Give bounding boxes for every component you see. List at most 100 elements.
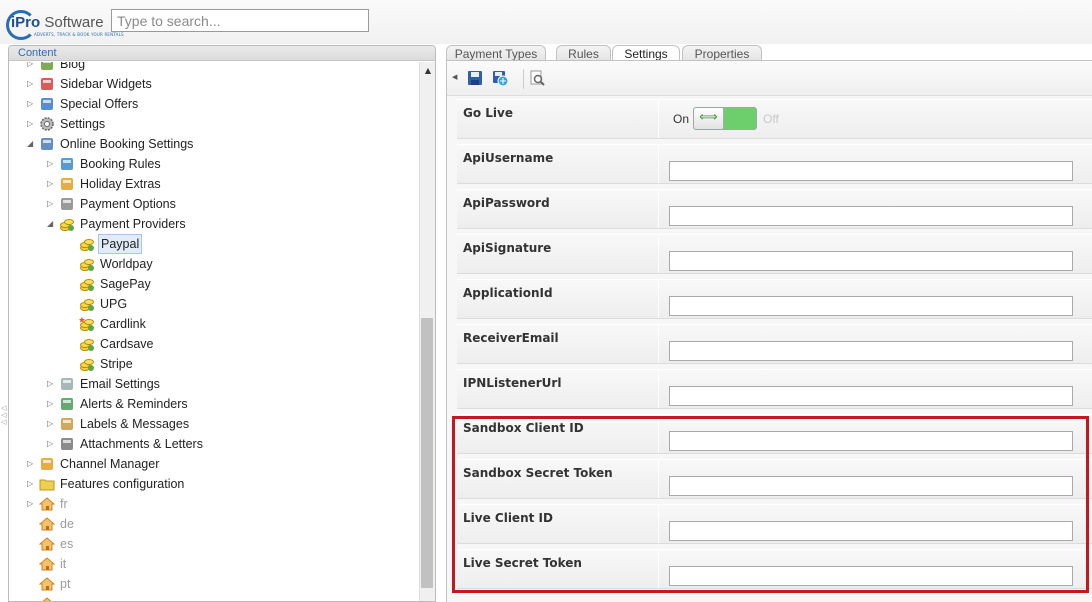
- expander-collapsed-icon[interactable]: ▷: [27, 454, 37, 474]
- tree-item-label: Attachments & Letters: [80, 437, 203, 451]
- preview-icon[interactable]: [529, 70, 545, 86]
- tree-item-label: Cardsave: [100, 337, 154, 351]
- tree-item[interactable]: ▷ Special Offers: [9, 94, 419, 114]
- tree-item-label: ru: [58, 594, 73, 601]
- tree-item-label: es: [60, 537, 74, 551]
- applicationid-input[interactable]: [669, 296, 1073, 316]
- apisignature-input[interactable]: [669, 251, 1073, 271]
- expander-collapsed-icon[interactable]: ▷: [27, 62, 37, 74]
- tree-item[interactable]: Cardsave: [9, 334, 419, 354]
- tree-item[interactable]: it: [9, 554, 419, 574]
- tree-item[interactable]: Paypal: [9, 234, 419, 254]
- tree-item[interactable]: Stripe: [9, 354, 419, 374]
- tree-item-label: Stripe: [100, 357, 133, 371]
- expander-collapsed-icon[interactable]: ▷: [47, 194, 57, 214]
- tree-item-label: Labels & Messages: [80, 417, 190, 431]
- tree-item[interactable]: ▷ Payment Options: [9, 194, 419, 214]
- ipnlistenerurl-input[interactable]: [669, 386, 1073, 406]
- expander-collapsed-icon[interactable]: ▷: [47, 174, 57, 194]
- expander-collapsed-icon[interactable]: ▷: [27, 74, 37, 94]
- tree-item[interactable]: de: [9, 514, 419, 534]
- expander-collapsed-icon[interactable]: ▷: [47, 434, 57, 454]
- row-divider: [658, 190, 659, 228]
- tree-item[interactable]: ▷ Labels & Messages: [9, 414, 419, 434]
- tab-payment-types[interactable]: Payment Types: [446, 45, 546, 61]
- search-input[interactable]: [111, 9, 369, 32]
- tree-item[interactable]: ▷ Features configuration: [9, 474, 419, 494]
- receiveremail-input[interactable]: [669, 341, 1073, 361]
- expander-collapsed-icon[interactable]: ▷: [47, 414, 57, 434]
- toggle-arrows-icon[interactable]: ⟺: [694, 108, 724, 129]
- apiusername-input[interactable]: [669, 161, 1073, 181]
- toggle-off-label: Off: [763, 112, 779, 126]
- expander-collapsed-icon[interactable]: ▷: [47, 394, 57, 414]
- tab-rules[interactable]: Rules: [556, 45, 611, 61]
- coins-icon: [80, 339, 94, 351]
- tab-properties[interactable]: Properties: [682, 45, 762, 61]
- tree-item[interactable]: ▷ Booking Rules: [9, 154, 419, 174]
- tree-item[interactable]: es: [9, 534, 419, 554]
- tree-item[interactable]: ru: [9, 594, 419, 601]
- tree-item[interactable]: Worldpay: [9, 254, 419, 274]
- scroll-up-arrow-icon[interactable]: ▲: [425, 66, 431, 75]
- logo-tagline: ADVERTS, TRACK & BOOK YOUR RENTALS: [34, 32, 124, 37]
- blog-icon: [41, 62, 53, 70]
- booking-settings-icon: [41, 138, 53, 150]
- coins-star-icon: [79, 317, 94, 331]
- row-divider: [658, 145, 659, 183]
- expander-collapsed-icon[interactable]: ▷: [27, 94, 37, 114]
- coins-icon: [60, 219, 74, 231]
- tree-item[interactable]: ▷ Attachments & Letters: [9, 434, 419, 454]
- tree-item[interactable]: ▷ Email Settings: [9, 374, 419, 394]
- tree-item[interactable]: ▷ Holiday Extras: [9, 174, 419, 194]
- home-icon: [42, 597, 52, 601]
- home-icon: [39, 517, 55, 531]
- expander-expanded-icon[interactable]: ◢: [27, 134, 37, 154]
- form-row: ApiSignature: [457, 234, 1092, 274]
- tree-item[interactable]: ▷ Settings: [9, 114, 419, 134]
- expander-expanded-icon[interactable]: ◢: [47, 214, 57, 234]
- go-live-toggle[interactable]: ⟺: [693, 107, 757, 130]
- tree-item[interactable]: SagePay: [9, 274, 419, 294]
- expander-collapsed-icon[interactable]: ▷: [47, 154, 57, 174]
- tree-item[interactable]: ▷ Blog: [9, 62, 419, 74]
- collapse-panel-arrows-icon[interactable]: ◁ ◁ ◁: [1, 405, 6, 426]
- field-label: ApiUsername: [463, 151, 554, 165]
- tree-item[interactable]: pt: [9, 574, 419, 594]
- tree-item[interactable]: ▷ Channel Manager: [9, 454, 419, 474]
- toolbar: ◀: [447, 61, 1092, 96]
- ipro-logo[interactable]: iPro Software ADVERTS, TRACK & BOOK YOUR…: [6, 8, 124, 40]
- tree-item[interactable]: ▷ Alerts & Reminders: [9, 394, 419, 414]
- alerts-icon: [61, 398, 73, 410]
- content-tree-panel: Content ▷ Blog ▷ Sidebar Widgets ▷ Special Of…: [8, 45, 436, 602]
- tree-item-label: Holiday Extras: [80, 177, 161, 191]
- toolbar-collapse-icon[interactable]: ◀: [452, 73, 457, 81]
- gear-icon: [40, 117, 54, 131]
- form-row: ApiUsername: [457, 144, 1092, 184]
- toolbar-separator: [523, 69, 524, 89]
- tree-item-label: Features configuration: [60, 477, 185, 491]
- tree-item[interactable]: ▷ Sidebar Widgets: [9, 74, 419, 94]
- offers-icon: [41, 98, 53, 110]
- tree-item[interactable]: Cardlink: [9, 314, 419, 334]
- save-icon[interactable]: [467, 70, 483, 86]
- field-label: ApiSignature: [463, 241, 552, 255]
- tree-item[interactable]: ◢ Online Booking Settings: [9, 134, 419, 154]
- labels-icon: [61, 418, 73, 430]
- save-publish-icon[interactable]: [492, 70, 508, 86]
- top-bar: iPro Software ADVERTS, TRACK & BOOK YOUR…: [0, 0, 1092, 44]
- expander-collapsed-icon[interactable]: ▷: [27, 474, 37, 494]
- expander-collapsed-icon[interactable]: ▷: [47, 374, 57, 394]
- apipassword-input[interactable]: [669, 206, 1073, 226]
- payment-options-icon: [61, 198, 73, 210]
- tree-item[interactable]: UPG: [9, 294, 419, 314]
- attachments-icon: [61, 438, 73, 450]
- scroll-thumb[interactable]: [421, 318, 433, 588]
- tree-item-label: Settings: [60, 117, 106, 131]
- tree-item[interactable]: ◢ Payment Providers: [9, 214, 419, 234]
- row-divider: [658, 280, 659, 318]
- expander-collapsed-icon[interactable]: ▷: [27, 114, 37, 134]
- form-row: ApplicationId: [457, 279, 1092, 319]
- tree-item[interactable]: ▷ fr: [9, 494, 419, 514]
- expander-collapsed-icon[interactable]: ▷: [27, 494, 37, 514]
